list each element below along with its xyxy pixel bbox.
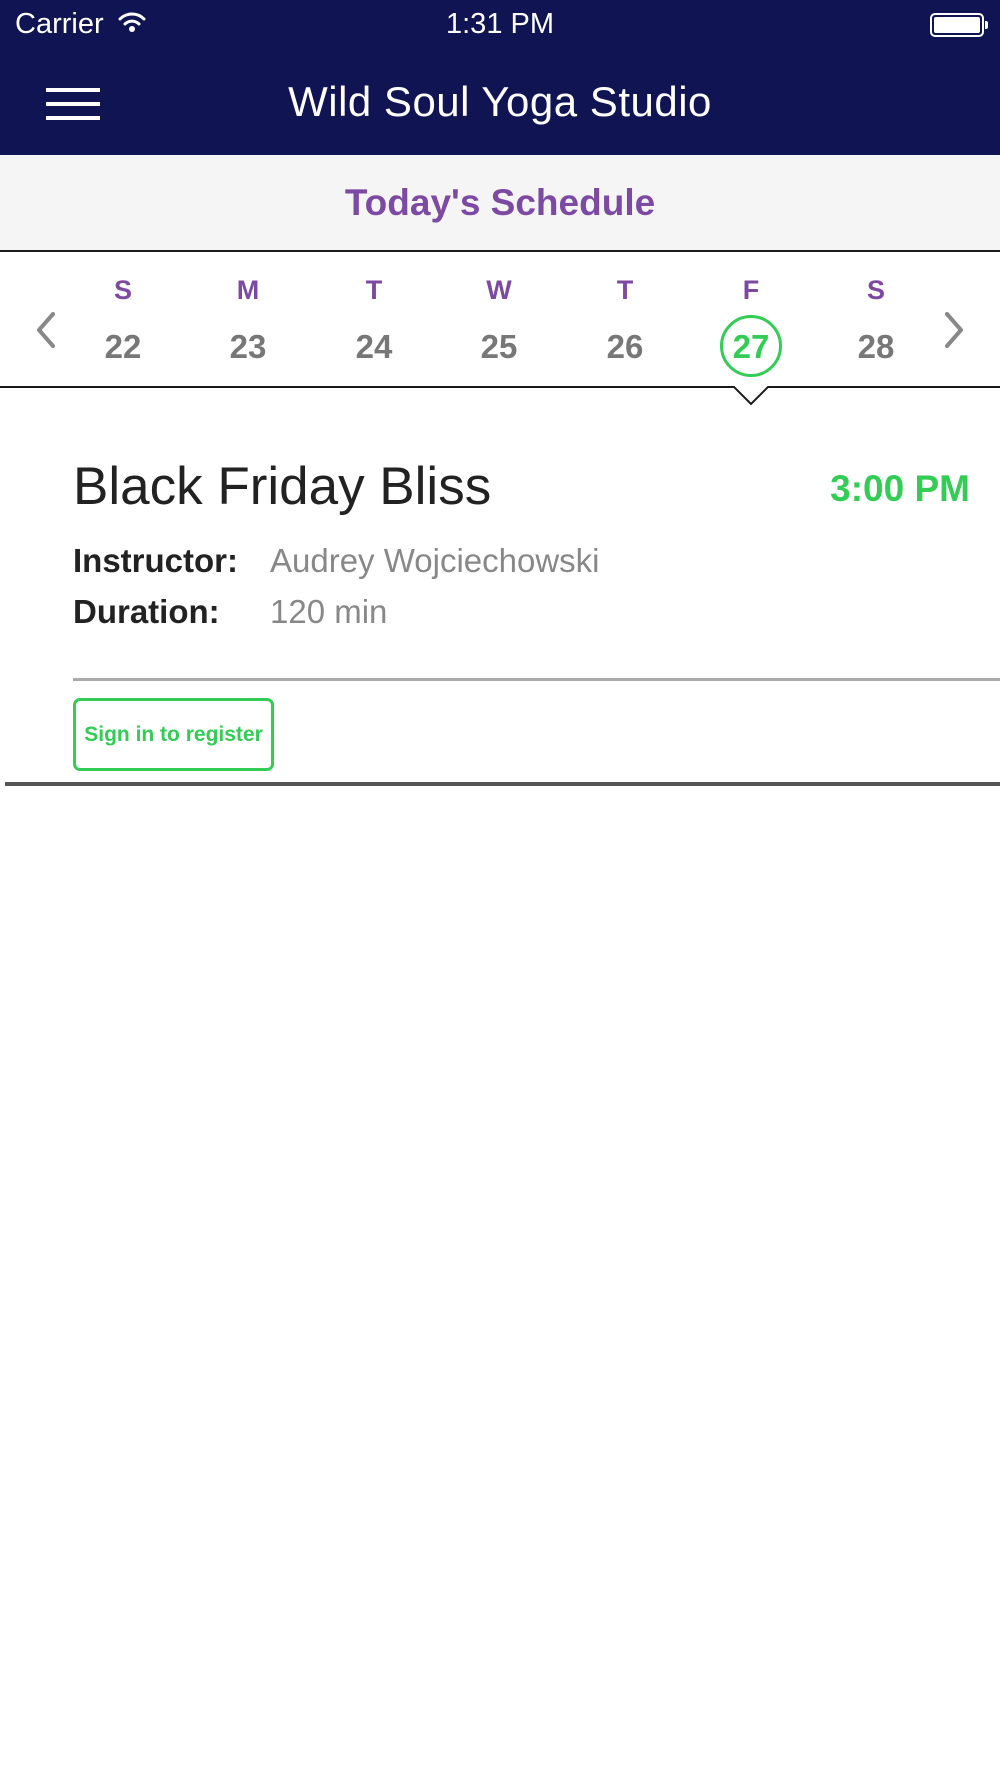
- sign-in-to-register-button[interactable]: Sign in to register: [73, 698, 274, 771]
- duration-label: Duration:: [73, 593, 220, 630]
- day-number: 23: [229, 328, 267, 365]
- day-letter: W: [486, 275, 512, 305]
- schedule-header: Today's Schedule: [0, 155, 1000, 252]
- class-title: Black Friday Bliss: [73, 457, 492, 516]
- duration-value: 120 min: [270, 593, 388, 630]
- day-letter: T: [616, 275, 634, 305]
- instructor-label: Instructor:: [73, 542, 238, 579]
- day-friday-27-selected[interactable]: F 27: [711, 274, 791, 377]
- instructor-value: Audrey Wojciechowski: [270, 542, 600, 579]
- day-letter: T: [365, 275, 383, 305]
- day-wednesday-25[interactable]: W 25: [459, 274, 539, 377]
- week-day-picker: S 22 M 23 T 24 W 25 T 26 F 27 S 28: [0, 252, 1000, 406]
- top-header: Carrier 1:31 PM Wild Soul Yoga Studio: [0, 0, 1000, 155]
- day-number: 25: [480, 328, 518, 365]
- day-letter: F: [742, 275, 760, 305]
- selected-day-pointer-icon: [733, 386, 769, 406]
- day-number: 27: [720, 315, 782, 377]
- day-letter: M: [236, 275, 260, 305]
- class-time: 3:00 PM: [830, 468, 970, 509]
- day-number: 24: [355, 328, 393, 365]
- day-thursday-26[interactable]: T 26: [585, 274, 665, 377]
- day-sunday-22[interactable]: S 22: [83, 274, 163, 377]
- chevron-left-icon[interactable]: [31, 310, 61, 350]
- day-letter: S: [866, 275, 885, 305]
- day-letter: S: [113, 275, 132, 305]
- day-saturday-28[interactable]: S 28: [836, 274, 916, 377]
- status-time: 1:31 PM: [446, 8, 554, 40]
- battery-fill: [934, 17, 980, 33]
- app-title: Wild Soul Yoga Studio: [288, 78, 712, 125]
- day-number: 26: [606, 328, 644, 365]
- divider: [73, 678, 1000, 681]
- day-number: 28: [857, 328, 895, 365]
- schedule-title: Today's Schedule: [344, 182, 656, 223]
- chevron-right-icon[interactable]: [939, 310, 969, 350]
- day-monday-23[interactable]: M 23: [208, 274, 288, 377]
- day-tuesday-24[interactable]: T 24: [334, 274, 414, 377]
- list-bottom-divider: [5, 782, 1000, 786]
- day-number: 22: [104, 328, 142, 365]
- battery-icon: [930, 13, 988, 37]
